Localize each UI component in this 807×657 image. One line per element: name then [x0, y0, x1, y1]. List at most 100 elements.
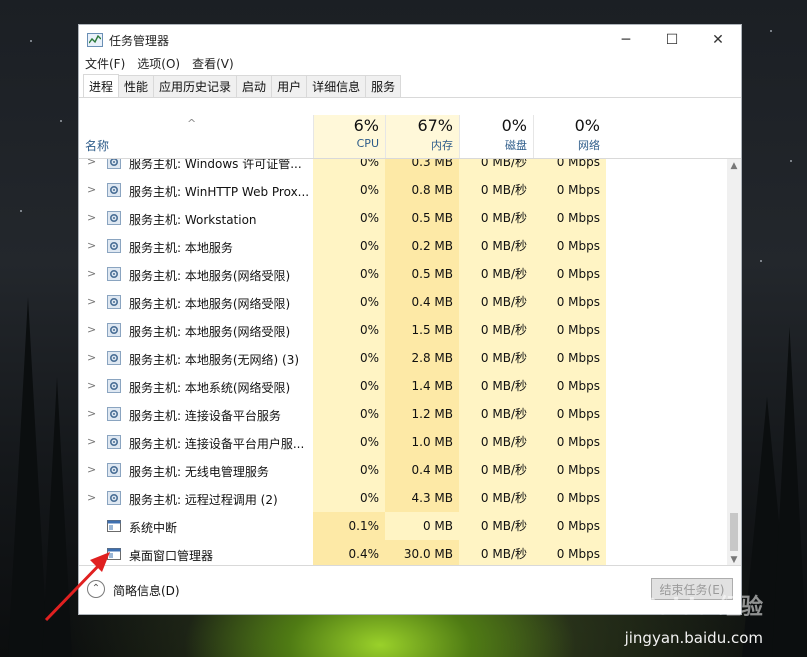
expand-chevron-icon[interactable]: > [87, 435, 96, 448]
process-row[interactable]: > 服务主机: 本地服务 0% 0.2 MB 0 MB/秒 0 Mbps [79, 232, 727, 260]
expand-chevron-icon[interactable]: > [87, 159, 96, 168]
tab-processes[interactable]: 进程 [83, 74, 120, 97]
process-name: 服务主机: Workstation [129, 213, 257, 227]
title-bar[interactable]: 任务管理器 ─ ☐ ✕ [79, 25, 741, 55]
tab-app-history[interactable]: 应用历史记录 [153, 75, 238, 97]
expand-chevron-icon[interactable]: > [87, 379, 96, 392]
task-manager-icon [87, 33, 103, 47]
cpu-cell: 0.1% [313, 512, 385, 540]
disk-cell: 0 MB/秒 [459, 400, 533, 428]
process-name: 服务主机: 本地服务(网络受限) [129, 269, 291, 283]
minimize-button[interactable]: ─ [603, 25, 649, 55]
cpu-cell: 0% [313, 428, 385, 456]
expand-chevron-icon[interactable]: > [87, 491, 96, 504]
disk-percent: 0% [501, 116, 527, 135]
memory-cell: 1.0 MB [385, 428, 459, 456]
tab-bar: 进程 性能 应用历史记录 启动 用户 详细信息 服务 [79, 74, 741, 98]
watermark-url: jingyan.baidu.com [624, 629, 763, 647]
header-name[interactable]: 名称 [85, 137, 109, 154]
process-list: > 服务主机: Windows 许可证管... 0% 0.3 MB 0 MB/秒 0 Mb… [79, 159, 727, 567]
disk-cell: 0 MB/秒 [459, 456, 533, 484]
annotation-arrow-icon [44, 552, 110, 622]
tab-services[interactable]: 服务 [365, 75, 402, 97]
cpu-cell: 0.4% [313, 540, 385, 567]
network-cell: 0 Mbps [533, 288, 606, 316]
scroll-thumb[interactable] [730, 513, 738, 551]
header-cpu[interactable]: 6% CPU [313, 115, 385, 158]
process-row[interactable]: 系统中断 0.1% 0 MB 0 MB/秒 0 Mbps [79, 512, 727, 540]
vertical-scrollbar[interactable]: ▲ ▼ [727, 159, 741, 567]
process-row[interactable]: > 服务主机: Workstation 0% 0.5 MB 0 MB/秒 0 Mbps [79, 204, 727, 232]
process-row[interactable]: > 服务主机: 本地服务(网络受限) 0% 0.5 MB 0 MB/秒 0 Mbps [79, 260, 727, 288]
network-cell: 0 Mbps [533, 344, 606, 372]
window-title: 任务管理器 [109, 33, 170, 48]
scroll-up-icon[interactable]: ▲ [727, 159, 741, 173]
process-row[interactable]: 桌面窗口管理器 0.4% 30.0 MB 0 MB/秒 0 Mbps [79, 540, 727, 567]
memory-cell: 1.4 MB [385, 372, 459, 400]
service-gear-icon [107, 295, 121, 309]
menu-file[interactable]: 文件(F) [85, 55, 125, 73]
network-cell: 0 Mbps [533, 232, 606, 260]
maximize-button[interactable]: ☐ [649, 25, 695, 55]
process-row[interactable]: > 服务主机: Windows 许可证管... 0% 0.3 MB 0 MB/秒 0 Mb… [79, 159, 727, 176]
expand-chevron-icon[interactable]: > [87, 211, 96, 224]
network-label: 网络 [578, 139, 600, 152]
network-percent: 0% [574, 116, 600, 135]
cpu-cell: 0% [313, 159, 385, 176]
process-row[interactable]: > 服务主机: WinHTTP Web Prox... 0% 0.8 MB 0 MB/秒… [79, 176, 727, 204]
expand-chevron-icon[interactable]: > [87, 295, 96, 308]
expand-chevron-icon[interactable]: > [87, 407, 96, 420]
expand-chevron-icon[interactable]: > [87, 351, 96, 364]
service-gear-icon [107, 407, 121, 421]
expand-chevron-icon[interactable]: > [87, 267, 96, 280]
memory-percent: 67% [417, 116, 453, 135]
memory-cell: 0.5 MB [385, 204, 459, 232]
memory-cell: 1.2 MB [385, 400, 459, 428]
tab-startup[interactable]: 启动 [236, 75, 273, 97]
network-cell: 0 Mbps [533, 400, 606, 428]
process-row[interactable]: > 服务主机: 远程过程调用 (2) 0% 4.3 MB 0 MB/秒 0 Mbps [79, 484, 727, 512]
column-header: ^ 名称 6% CPU 67% 内存 0% 磁盘 0% 网络 [79, 115, 741, 159]
process-row[interactable]: > 服务主机: 连接设备平台用户服... 0% 1.0 MB 0 MB/秒 0 Mbps [79, 428, 727, 456]
header-network[interactable]: 0% 网络 [533, 115, 606, 158]
expand-chevron-icon[interactable]: > [87, 323, 96, 336]
cpu-cell: 0% [313, 372, 385, 400]
expand-chevron-icon[interactable]: > [87, 239, 96, 252]
network-cell: 0 Mbps [533, 316, 606, 344]
service-gear-icon [107, 239, 121, 253]
system-window-icon [107, 520, 121, 532]
memory-cell: 2.8 MB [385, 344, 459, 372]
tab-details[interactable]: 详细信息 [306, 75, 367, 97]
service-gear-icon [107, 491, 121, 505]
network-cell: 0 Mbps [533, 512, 606, 540]
menu-options[interactable]: 选项(O) [137, 55, 180, 73]
tab-performance[interactable]: 性能 [118, 75, 155, 97]
task-manager-window: 任务管理器 ─ ☐ ✕ 文件(F) 选项(O) 查看(V) 进程 性能 应用历史… [78, 24, 742, 615]
process-row[interactable]: > 服务主机: 本地系统(网络受限) 0% 1.4 MB 0 MB/秒 0 Mbps [79, 372, 727, 400]
process-row[interactable]: > 服务主机: 无线电管理服务 0% 0.4 MB 0 MB/秒 0 Mbps [79, 456, 727, 484]
disk-cell: 0 MB/秒 [459, 540, 533, 567]
header-disk[interactable]: 0% 磁盘 [459, 115, 533, 158]
expand-chevron-icon[interactable]: > [87, 463, 96, 476]
cpu-percent: 6% [353, 116, 379, 135]
memory-cell: 0.3 MB [385, 159, 459, 176]
memory-cell: 0 MB [385, 512, 459, 540]
fewer-details-link[interactable]: 简略信息(D) [113, 582, 180, 599]
network-cell: 0 Mbps [533, 176, 606, 204]
process-row[interactable]: > 服务主机: 本地服务(网络受限) 0% 0.4 MB 0 MB/秒 0 Mbps [79, 288, 727, 316]
process-row[interactable]: > 服务主机: 本地服务(无网络) (3) 0% 2.8 MB 0 MB/秒 0 Mbps [79, 344, 727, 372]
process-name: 桌面窗口管理器 [129, 549, 214, 563]
menu-view[interactable]: 查看(V) [192, 55, 234, 73]
disk-cell: 0 MB/秒 [459, 176, 533, 204]
network-cell: 0 Mbps [533, 204, 606, 232]
process-name: 服务主机: 远程过程调用 (2) [129, 493, 278, 507]
tab-users[interactable]: 用户 [271, 75, 308, 97]
service-gear-icon [107, 323, 121, 337]
memory-cell: 0.4 MB [385, 456, 459, 484]
expand-chevron-icon[interactable]: > [87, 183, 96, 196]
close-button[interactable]: ✕ [695, 25, 741, 55]
header-memory[interactable]: 67% 内存 [385, 115, 459, 158]
memory-cell: 0.4 MB [385, 288, 459, 316]
process-row[interactable]: > 服务主机: 本地服务(网络受限) 0% 1.5 MB 0 MB/秒 0 Mbps [79, 316, 727, 344]
process-row[interactable]: > 服务主机: 连接设备平台服务 0% 1.2 MB 0 MB/秒 0 Mbps [79, 400, 727, 428]
